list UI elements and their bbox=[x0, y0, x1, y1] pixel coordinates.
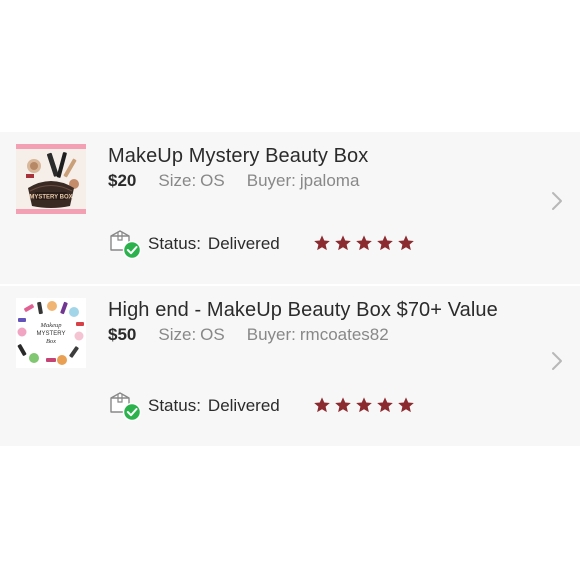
price: $20 bbox=[108, 171, 137, 190]
order-row[interactable]: Makeup MYSTERY Box High end - MakeUp Bea… bbox=[0, 286, 580, 446]
svg-text:MYSTERY: MYSTERY bbox=[37, 331, 66, 337]
page: MYSTERY BOX MakeUp Mystery Beauty Box $2… bbox=[0, 0, 580, 580]
star-icon bbox=[314, 397, 330, 413]
status-text: Status: Delivered bbox=[148, 396, 280, 416]
price: $50 bbox=[108, 325, 137, 344]
star-icon bbox=[377, 397, 393, 413]
star-icon bbox=[398, 235, 414, 251]
buyer-name: jpaloma bbox=[299, 171, 360, 190]
size-label: Size: bbox=[158, 325, 197, 344]
status-label: Status: bbox=[148, 234, 201, 253]
svg-text:Box: Box bbox=[46, 338, 56, 345]
package-check-icon bbox=[108, 229, 142, 260]
star-icon bbox=[356, 397, 372, 413]
status-label: Status: bbox=[148, 396, 201, 415]
star-icon bbox=[335, 235, 351, 251]
sold-orders-list: MYSTERY BOX MakeUp Mystery Beauty Box $2… bbox=[0, 132, 580, 446]
package-check-icon bbox=[108, 391, 142, 422]
status-value: Delivered bbox=[207, 396, 280, 415]
rating-stars bbox=[313, 396, 415, 414]
star-icon bbox=[314, 235, 330, 251]
svg-text:MYSTERY BOX: MYSTERY BOX bbox=[29, 195, 72, 201]
mystery-box-label: MYSTERY BOX bbox=[29, 192, 73, 201]
product-title[interactable]: High end - MakeUp Beauty Box $70+ Value bbox=[108, 299, 498, 322]
status-row: Status: Delivered bbox=[108, 391, 280, 422]
size-value: OS bbox=[200, 171, 225, 190]
buyer-label: Buyer: bbox=[246, 171, 296, 190]
status-row: Status: Delivered bbox=[108, 229, 280, 260]
svg-text:Makeup: Makeup bbox=[40, 322, 63, 329]
star-icon bbox=[377, 235, 393, 251]
size-value: OS bbox=[200, 325, 225, 344]
star-icon bbox=[356, 235, 372, 251]
rating-stars bbox=[313, 234, 415, 252]
buyer-label: Buyer: bbox=[246, 325, 296, 344]
star-icon bbox=[335, 397, 351, 413]
order-meta: $50 Size: OS Buyer: rmcoates82 bbox=[108, 325, 389, 345]
chevron-right-icon[interactable] bbox=[550, 190, 564, 212]
star-icon bbox=[398, 397, 414, 413]
size-label: Size: bbox=[158, 171, 197, 190]
status-text: Status: Delivered bbox=[148, 234, 280, 254]
buyer-name: rmcoates82 bbox=[299, 325, 389, 344]
order-meta: $20 Size: OS Buyer: jpaloma bbox=[108, 171, 359, 191]
product-title[interactable]: MakeUp Mystery Beauty Box bbox=[108, 145, 368, 168]
product-thumbnail[interactable]: Makeup MYSTERY Box bbox=[16, 298, 86, 368]
status-value: Delivered bbox=[207, 234, 280, 253]
product-thumbnail[interactable]: MYSTERY BOX bbox=[16, 144, 86, 214]
chevron-right-icon[interactable] bbox=[550, 350, 564, 372]
order-row[interactable]: MYSTERY BOX MakeUp Mystery Beauty Box $2… bbox=[0, 132, 580, 284]
